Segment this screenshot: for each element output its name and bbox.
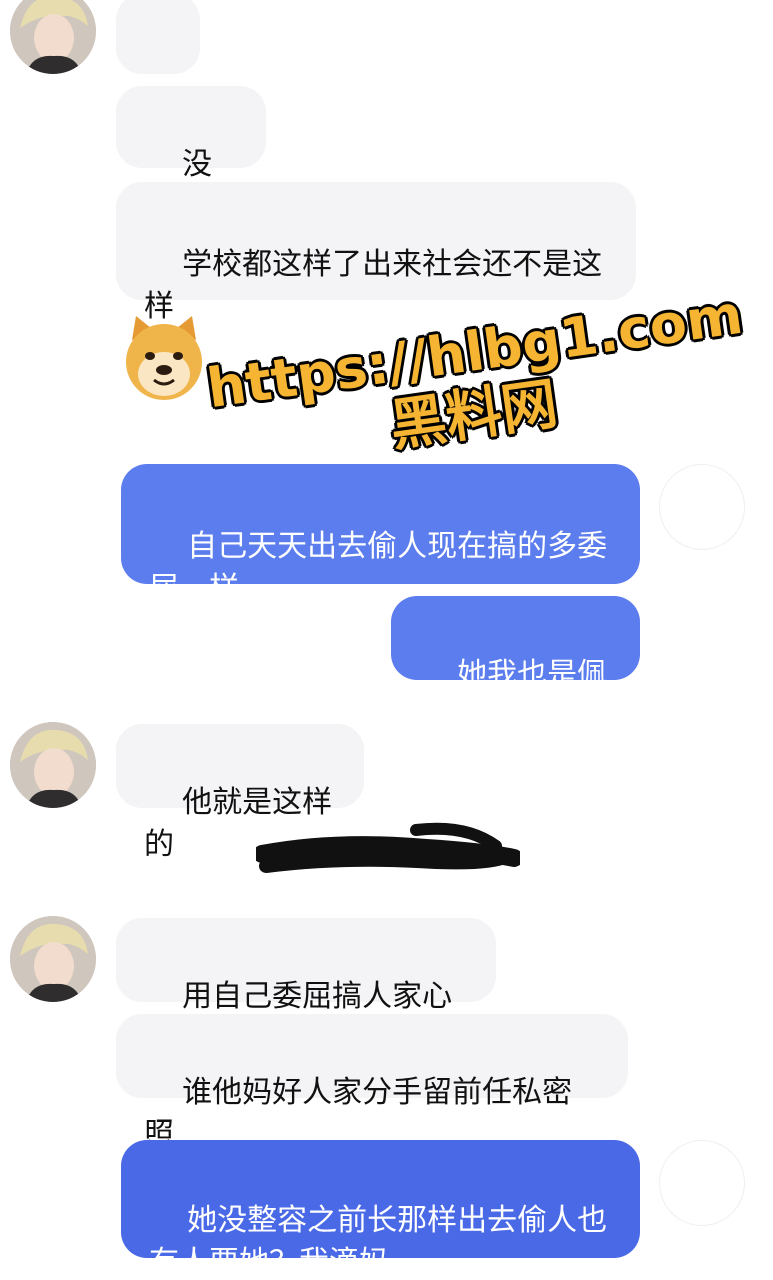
person-icon [10,0,96,74]
person-icon [10,916,96,1002]
incoming-message[interactable]: 谁他妈好人家分手留前任私密照 [116,1014,628,1152]
contact-avatar[interactable] [10,0,96,74]
contact-avatar[interactable] [10,722,96,808]
message-text: 她没整容之前长那样出去偷人也有人要她？我滴妈 [149,1203,608,1280]
person-icon [10,722,96,808]
outgoing-message[interactable]: 自己天天出去偷人现在搞的多委屈一样 [121,464,640,606]
message-text: 自己天天出去偷人现在搞的多委屈一样 [149,529,608,606]
incoming-message[interactable]: 哎 [116,0,200,132]
self-avatar[interactable] [659,1140,745,1226]
incoming-message[interactable]: 没办法 [116,86,266,224]
outgoing-message[interactable]: 她没整容之前长那样出去偷人也有人要她？我滴妈 [121,1140,640,1280]
contact-avatar[interactable] [10,916,96,1002]
outgoing-message[interactable]: 她我也是佩服 [391,596,640,734]
incoming-message[interactable]: 他就是这样的 [116,724,364,862]
redaction-scribble [256,822,520,873]
message-text: 她我也是佩服 [419,657,608,734]
incoming-message[interactable]: 用自己委屈搞人家心态 [116,918,496,1056]
self-avatar[interactable] [659,464,745,550]
chat-conversation: 哎 没办法 学校都这样了出来社会还不是这样 https://hlbg1.com … [0,0,773,1280]
